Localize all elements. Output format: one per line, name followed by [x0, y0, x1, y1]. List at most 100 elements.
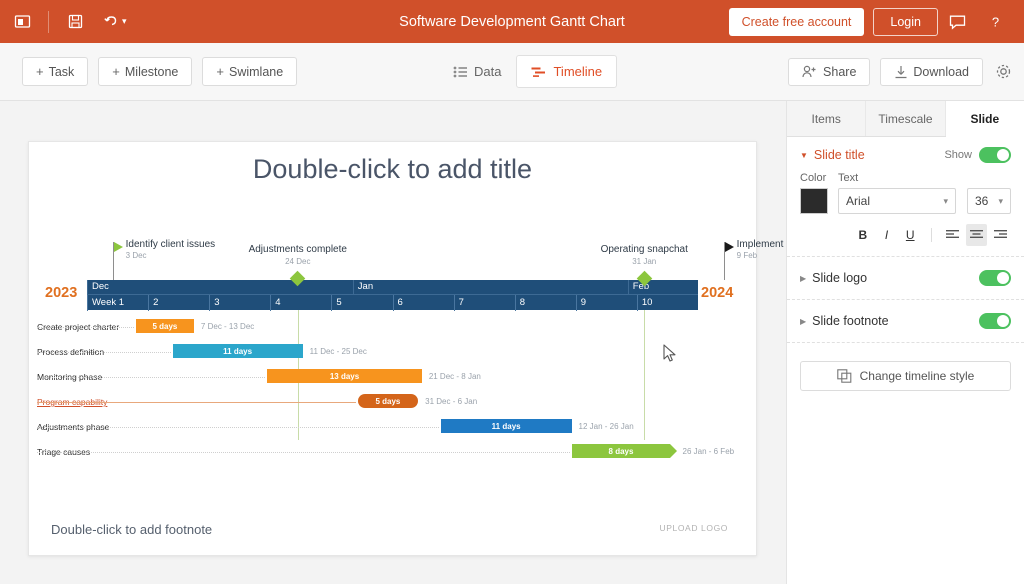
- slide-title-section-label: Slide title: [814, 148, 865, 162]
- toggle-knob: [997, 315, 1009, 327]
- tab-slide[interactable]: Slide: [946, 101, 1024, 137]
- slide-logo-label: Slide logo: [812, 271, 867, 285]
- presentation-icon[interactable]: [0, 0, 44, 43]
- add-milestone-button[interactable]: + Milestone: [98, 57, 192, 86]
- slide-title-toggle[interactable]: [979, 147, 1011, 163]
- italic-button[interactable]: I: [876, 224, 898, 246]
- task-dates: 11 Dec - 25 Dec: [310, 347, 367, 356]
- help-icon[interactable]: ?: [976, 0, 1014, 43]
- milestone-flag-green-icon[interactable]: [114, 242, 123, 252]
- milestone-label[interactable]: Implement: [737, 239, 784, 250]
- align-right-button[interactable]: [989, 224, 1011, 246]
- chat-icon[interactable]: [938, 0, 976, 43]
- week-label: 2: [148, 295, 209, 311]
- milestone-label[interactable]: Identify client issues: [126, 239, 216, 250]
- milestone-date: 31 Jan: [604, 257, 684, 266]
- download-button[interactable]: Download: [880, 58, 983, 86]
- list-icon: [453, 66, 467, 78]
- change-timeline-style-button[interactable]: Change timeline style: [800, 361, 1011, 391]
- task-leader-line: [37, 402, 356, 403]
- year-label-start: 2023: [45, 285, 77, 301]
- save-icon[interactable]: [53, 0, 97, 43]
- milestone-label[interactable]: Adjustments complete: [236, 244, 360, 255]
- top-bar: ▾ Software Development Gantt Chart Creat…: [0, 0, 1024, 43]
- align-left-icon: [946, 230, 959, 240]
- add-task-button[interactable]: + Task: [22, 57, 88, 86]
- gantt-chart[interactable]: 20232024DecJanFebWeek 12345678910Identif…: [29, 142, 758, 482]
- show-label: Show: [944, 149, 972, 161]
- add-swimlane-button[interactable]: + Swimlane: [202, 57, 297, 86]
- chevron-right-icon: ▶: [800, 317, 806, 326]
- chevron-down-icon: ▼: [800, 151, 808, 160]
- text-field: Text Arial ▾: [838, 172, 957, 214]
- task-bar[interactable]: 13 days: [267, 369, 422, 383]
- slide-title-header[interactable]: ▼ Slide title Show: [800, 147, 1011, 163]
- upload-logo-button[interactable]: UPLOAD LOGO: [660, 523, 728, 533]
- add-task-label: Task: [49, 65, 75, 79]
- task-leader-line: [37, 452, 570, 453]
- slide-footnote-control: [979, 313, 1011, 329]
- slide-title-fields: Color Text Arial ▾ 36 ▾: [800, 172, 1011, 214]
- plus-icon: +: [112, 64, 120, 79]
- tab-items[interactable]: Items: [787, 101, 866, 136]
- align-center-button[interactable]: [966, 224, 988, 246]
- align-left-button[interactable]: [942, 224, 964, 246]
- text-format-row: B I U: [800, 224, 1011, 246]
- font-size-select[interactable]: 36 ▾: [967, 188, 1011, 214]
- task-dates: 21 Dec - 8 Jan: [429, 372, 481, 381]
- properties-panel: Items Timescale Slide ▼ Slide title Show…: [786, 101, 1024, 584]
- week-label: 6: [393, 295, 454, 311]
- tab-timeline[interactable]: Timeline: [516, 55, 617, 88]
- week-label: 10: [637, 295, 698, 311]
- slide-logo-section[interactable]: ▶ Slide logo: [787, 257, 1024, 300]
- week-label: 9: [576, 295, 637, 311]
- bold-button[interactable]: B: [852, 224, 874, 246]
- create-free-account-button[interactable]: Create free account: [729, 8, 865, 36]
- timeline-axis[interactable]: DecJanFebWeek 12345678910: [87, 280, 698, 310]
- milestone-flag-black-icon[interactable]: [725, 242, 734, 252]
- milestone-date: 24 Dec: [258, 257, 338, 266]
- task-bar[interactable]: 8 days: [572, 444, 671, 458]
- toolbar-right-actions: Share Download: [778, 58, 1012, 86]
- task-bar[interactable]: 5 days: [136, 319, 194, 333]
- slide-footnote-toggle[interactable]: [979, 313, 1011, 329]
- font-size-value: 36: [975, 194, 988, 208]
- align-right-icon: [994, 230, 1007, 240]
- milestone-gridline: [644, 310, 645, 440]
- mouse-cursor-icon: [663, 344, 678, 363]
- week-label: 7: [454, 295, 515, 311]
- font-size-field: 36 ▾: [967, 188, 1011, 214]
- color-field: Color: [800, 172, 828, 214]
- change-timeline-style-label: Change timeline style: [860, 369, 975, 383]
- week-label: 4: [270, 295, 331, 311]
- settings-gear-icon[interactable]: [995, 63, 1012, 80]
- toggle-knob: [997, 149, 1009, 161]
- month-label: Jan: [353, 280, 628, 294]
- tab-timescale[interactable]: Timescale: [866, 101, 945, 136]
- milestone-date: 9 Feb: [737, 251, 757, 260]
- svg-text:?: ?: [991, 14, 998, 29]
- divider: [48, 11, 49, 33]
- slide-footnote-section[interactable]: ▶ Slide footnote: [787, 300, 1024, 343]
- undo-button[interactable]: ▾: [97, 14, 133, 29]
- slide-logo-toggle[interactable]: [979, 270, 1011, 286]
- copy-icon: [837, 369, 852, 383]
- underline-button[interactable]: U: [899, 224, 921, 246]
- milestone-label[interactable]: Operating snapchat: [582, 244, 706, 255]
- download-icon: [894, 65, 908, 79]
- task-dates: 31 Dec - 6 Jan: [425, 397, 477, 406]
- slide-footnote-placeholder[interactable]: Double-click to add footnote: [51, 522, 212, 537]
- share-label: Share: [823, 65, 856, 79]
- tab-data[interactable]: Data: [438, 55, 516, 88]
- task-bar[interactable]: 11 days: [173, 344, 303, 358]
- login-button[interactable]: Login: [873, 8, 938, 36]
- task-bar[interactable]: 11 days: [441, 419, 572, 433]
- slide-canvas[interactable]: Double-click to add title 20232024DecJan…: [28, 141, 757, 556]
- share-button[interactable]: Share: [788, 58, 870, 86]
- font-family-select[interactable]: Arial ▾: [838, 188, 956, 214]
- timeline-icon: [531, 66, 546, 78]
- title-color-swatch[interactable]: [800, 188, 828, 214]
- add-milestone-label: Milestone: [125, 65, 179, 79]
- task-bar[interactable]: 5 days: [358, 394, 418, 408]
- tab-timeline-label: Timeline: [553, 64, 602, 79]
